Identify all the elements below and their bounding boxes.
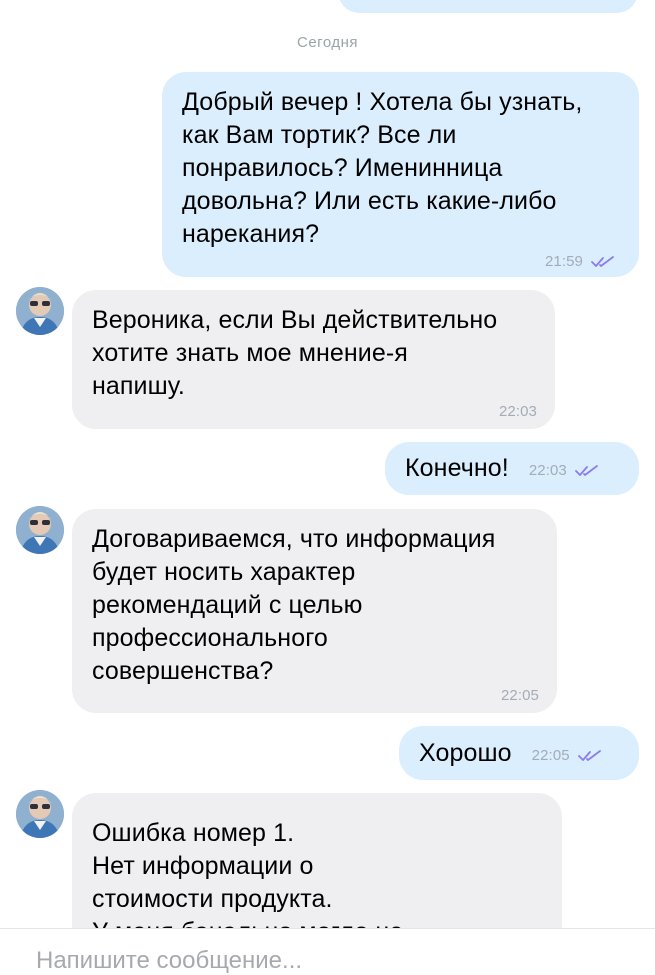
double-check-icon	[591, 255, 614, 267]
user-photo-icon	[16, 790, 64, 838]
message-text: Добрый вечер ! Хотела бы узнать, как Вам…	[182, 88, 583, 248]
avatar[interactable]	[16, 506, 64, 554]
message-list[interactable]: Сегодня Добрый вечер ! Хотела бы узнать,…	[0, 0, 655, 930]
double-check-icon	[577, 749, 601, 761]
message-text: Конечно!	[405, 454, 509, 482]
user-photo-icon	[16, 287, 64, 335]
avatar[interactable]	[16, 790, 64, 838]
incoming-message[interactable]: Договариваемся, что информация будет нос…	[72, 509, 557, 713]
message-text: Ошибка номер 1. Нет информации о стоимос…	[92, 819, 403, 930]
message-time: 22:05	[531, 747, 570, 764]
user-photo-icon	[16, 506, 64, 554]
message-time: 22:05	[500, 687, 539, 704]
previous-message-bubble[interactable]	[338, 0, 638, 13]
message-text: Вероника, если Вы действительно хотите з…	[92, 306, 498, 400]
avatar[interactable]	[16, 287, 64, 335]
message-meta: 22:05	[532, 748, 602, 763]
message-time: 21:59	[544, 253, 583, 270]
message-composer[interactable]: Напишите сообщение...	[0, 928, 655, 974]
outgoing-message[interactable]: Хорошо 22:05	[399, 726, 639, 780]
double-check-icon	[574, 464, 598, 476]
message-text: Хорошо	[419, 739, 512, 767]
message-input[interactable]: Напишите сообщение...	[36, 947, 302, 975]
outgoing-message[interactable]: Конечно! 22:03	[385, 442, 639, 495]
message-time: 22:03	[498, 403, 537, 420]
outgoing-message[interactable]: Добрый вечер ! Хотела бы узнать, как Вам…	[162, 72, 639, 277]
message-meta: 21:59	[545, 254, 615, 269]
message-text: Договариваемся, что информация будет нос…	[92, 525, 496, 685]
message-meta: 22:03	[529, 463, 599, 478]
incoming-message[interactable]: Ошибка номер 1. Нет информации о стоимос…	[72, 793, 562, 930]
incoming-message[interactable]: Вероника, если Вы действительно хотите з…	[72, 290, 555, 429]
message-time: 22:03	[528, 462, 567, 479]
date-separator: Сегодня	[297, 34, 358, 51]
